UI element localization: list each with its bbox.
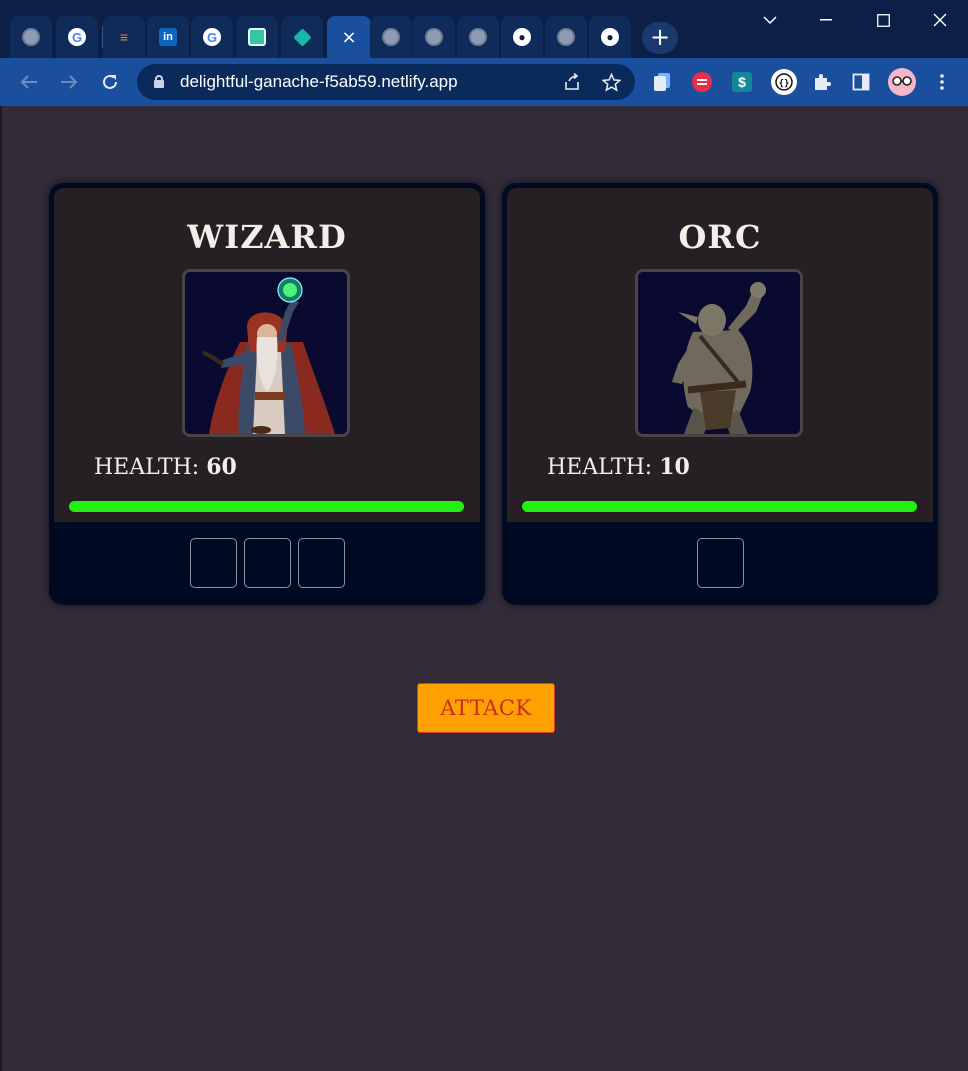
- close-icon[interactable]: ×: [341, 27, 356, 48]
- globe-icon: [557, 28, 575, 46]
- tab-globe-5[interactable]: [545, 16, 587, 58]
- tab-globe-3[interactable]: [413, 16, 455, 58]
- wizard-dice-row: [49, 538, 485, 588]
- tab-stackoverflow[interactable]: ≡: [103, 16, 145, 58]
- wizard-die: [297, 538, 345, 588]
- orc-health-value: 10: [659, 454, 690, 480]
- orc-die: [696, 538, 744, 588]
- tab-google-2[interactable]: G: [191, 16, 233, 58]
- tab-github-2[interactable]: ●: [589, 16, 631, 58]
- orc-health: HEALTH: 10: [547, 454, 690, 480]
- tab-google[interactable]: G: [56, 16, 98, 58]
- svg-text:{}: {}: [779, 79, 790, 89]
- wizard-health: HEALTH: 60: [94, 454, 237, 480]
- svg-text:$: $: [738, 74, 746, 90]
- tab-globe-4[interactable]: [457, 16, 499, 58]
- linkedin-icon: in: [159, 28, 177, 46]
- tab-diamond[interactable]: [281, 16, 323, 58]
- orc-health-label: HEALTH:: [547, 455, 653, 480]
- new-tab-button[interactable]: +: [642, 22, 678, 54]
- orc-portrait: [635, 269, 803, 437]
- tab-globe[interactable]: [10, 16, 52, 58]
- tab-search-button[interactable]: [746, 0, 794, 40]
- minimize-icon: [820, 19, 832, 21]
- stackoverflow-icon: ≡: [119, 29, 129, 45]
- close-icon: [933, 13, 947, 27]
- wizard-die: [243, 538, 291, 588]
- wizard-health-value: 60: [206, 454, 237, 480]
- profile-avatar[interactable]: [887, 67, 917, 97]
- side-panel-icon[interactable]: [849, 70, 873, 94]
- tab-active[interactable]: ×: [327, 16, 371, 58]
- orc-card: ORC HEALTH: 10: [502, 183, 938, 605]
- wizard-die: [189, 538, 237, 588]
- extension-dollar-icon[interactable]: $: [730, 70, 754, 94]
- wizard-card-body: WIZARD HEALTH: 60: [54, 188, 480, 522]
- extensions-puzzle-icon[interactable]: [810, 70, 834, 94]
- attack-button[interactable]: ATTACK: [417, 683, 555, 733]
- extension-copy-icon[interactable]: [650, 70, 674, 94]
- bookmark-star-icon[interactable]: [600, 71, 622, 93]
- minimize-button[interactable]: [802, 0, 850, 40]
- window-edge: [0, 106, 2, 1071]
- github-icon: ●: [601, 28, 619, 46]
- browser-toolbar: delightful-ganache-f5ab59.netlify.app $ …: [0, 58, 968, 106]
- reload-icon: [103, 74, 117, 89]
- extension-red-icon[interactable]: [690, 70, 714, 94]
- globe-icon: [22, 28, 40, 46]
- square-app-icon: [248, 28, 266, 46]
- github-icon: ●: [513, 28, 531, 46]
- orc-name: ORC: [678, 218, 762, 256]
- back-button[interactable]: [15, 68, 43, 96]
- wizard-name: WIZARD: [187, 218, 347, 256]
- orc-card-body: ORC HEALTH: 10: [507, 188, 933, 522]
- globe-icon: [425, 28, 443, 46]
- tab-square-app[interactable]: [236, 16, 278, 58]
- arrow-right-icon: [61, 75, 78, 89]
- globe-icon: [469, 28, 487, 46]
- address-bar[interactable]: delightful-ganache-f5ab59.netlify.app: [137, 64, 635, 100]
- wizard-portrait: [182, 269, 350, 437]
- forward-button[interactable]: [55, 68, 83, 96]
- diamond-icon: [292, 27, 312, 47]
- google-icon: G: [203, 28, 221, 46]
- globe-icon: [382, 28, 400, 46]
- wizard-health-bar: [69, 501, 464, 512]
- url-text[interactable]: delightful-ganache-f5ab59.netlify.app: [180, 72, 458, 92]
- reload-button[interactable]: [96, 68, 124, 96]
- wizard-card: WIZARD HEALTH: 60: [49, 183, 485, 605]
- extension-code-icon[interactable]: {}: [770, 68, 798, 96]
- google-icon: G: [68, 28, 86, 46]
- tab-strip: G ≡ in G × ● ● +: [0, 0, 968, 58]
- lock-icon[interactable]: [154, 75, 164, 88]
- maximize-button[interactable]: [859, 0, 907, 40]
- chevron-down-icon: [763, 16, 777, 25]
- share-icon[interactable]: [561, 71, 583, 93]
- orc-dice-row: [502, 538, 938, 588]
- close-window-button[interactable]: [916, 0, 964, 40]
- tab-globe-2[interactable]: [370, 16, 412, 58]
- menu-kebab-icon[interactable]: [930, 70, 954, 94]
- orc-health-bar: [522, 501, 917, 512]
- wizard-health-label: HEALTH:: [94, 455, 200, 480]
- tab-linkedin[interactable]: in: [147, 16, 189, 58]
- maximize-icon: [876, 13, 890, 27]
- arrow-left-icon: [20, 75, 37, 89]
- tab-github[interactable]: ●: [501, 16, 543, 58]
